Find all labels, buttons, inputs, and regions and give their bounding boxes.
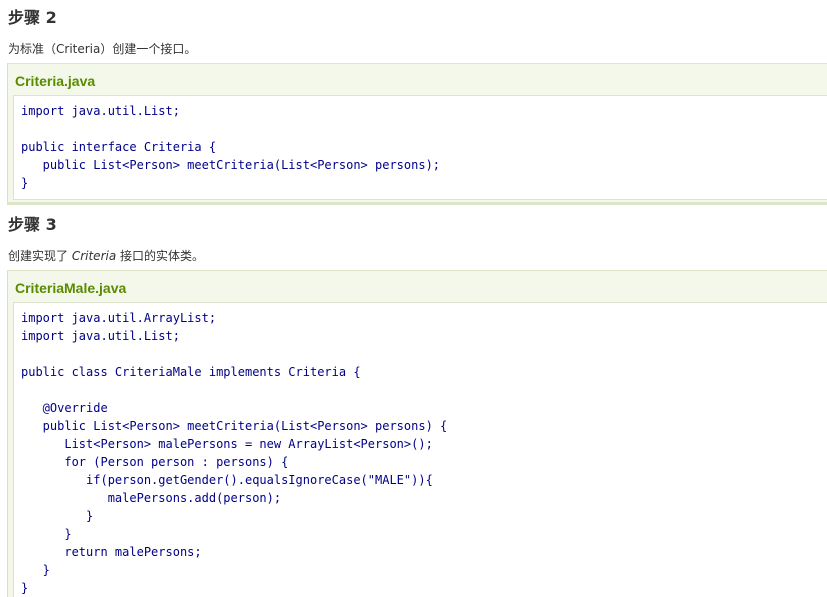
- code-line: public List<Person> meetCriteria(List<Pe…: [21, 419, 448, 433]
- code-line: }: [21, 581, 29, 595]
- example-file-title: Criteria.java: [15, 73, 96, 89]
- step-3-description: 创建实现了 Criteria 接口的实体类。: [8, 248, 204, 264]
- code-line: @Override: [21, 401, 108, 415]
- code-line: malePersons.add(person);: [21, 491, 282, 505]
- criteria-male-java-example: CriteriaMale.java import java.util.Array…: [7, 270, 827, 597]
- step-2-heading: 步骤 2: [8, 8, 57, 27]
- code-line: }: [21, 527, 72, 541]
- code-line: for (Person person : persons) {: [21, 455, 289, 469]
- example-file-title: CriteriaMale.java: [15, 280, 127, 296]
- code-line: import java.util.List;: [21, 329, 180, 343]
- code-line: import java.util.List;: [21, 104, 180, 118]
- criteria-java-example: Criteria.java import java.util.List; pub…: [7, 63, 827, 205]
- step-3-heading: 步骤 3: [8, 215, 57, 234]
- code-block[interactable]: import java.util.List; public interface …: [13, 95, 827, 200]
- code-line: public interface Criteria {: [21, 140, 217, 154]
- code-line: public List<Person> meetCriteria(List<Pe…: [21, 158, 441, 172]
- code-line: }: [21, 176, 29, 190]
- code-line: }: [21, 509, 94, 523]
- step-2-description: 为标准（Criteria）创建一个接口。: [8, 42, 197, 56]
- code-line: List<Person> malePersons = new ArrayList…: [21, 437, 433, 451]
- description-text: 接口的实体类。: [116, 249, 205, 263]
- code-block[interactable]: import java.util.ArrayList; import java.u…: [13, 302, 827, 597]
- code-line: if(person.getGender().equalsIgnoreCase("…: [21, 473, 433, 487]
- code-line: return malePersons;: [21, 545, 202, 559]
- code-line: import java.util.ArrayList;: [21, 311, 217, 325]
- code-line: public class CriteriaMale implements Cri…: [21, 365, 361, 379]
- code-line: }: [21, 563, 50, 577]
- description-text: 创建实现了: [8, 249, 72, 263]
- interface-name-italic: Criteria: [71, 249, 117, 263]
